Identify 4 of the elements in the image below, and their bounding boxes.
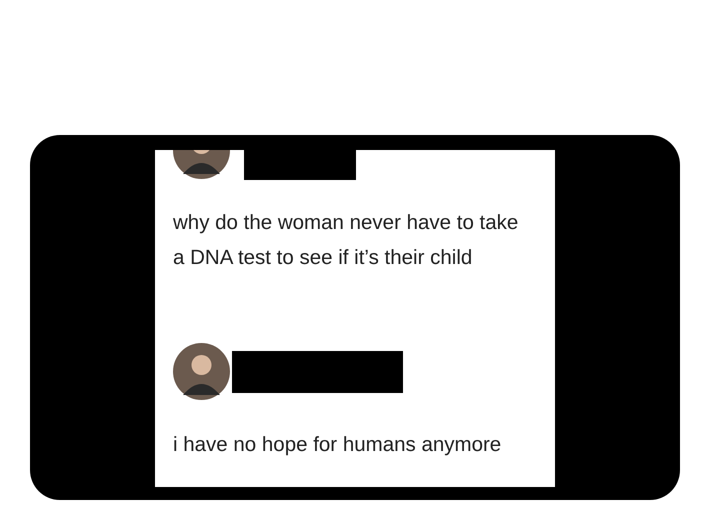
- tweet-text-line: i have no hope for humans anymore: [173, 432, 502, 458]
- avatar: [173, 343, 230, 400]
- tweet-text-line: a DNA test to see if it’s their child: [173, 245, 474, 271]
- tweet-text-line: why do the woman never have to take: [173, 210, 520, 236]
